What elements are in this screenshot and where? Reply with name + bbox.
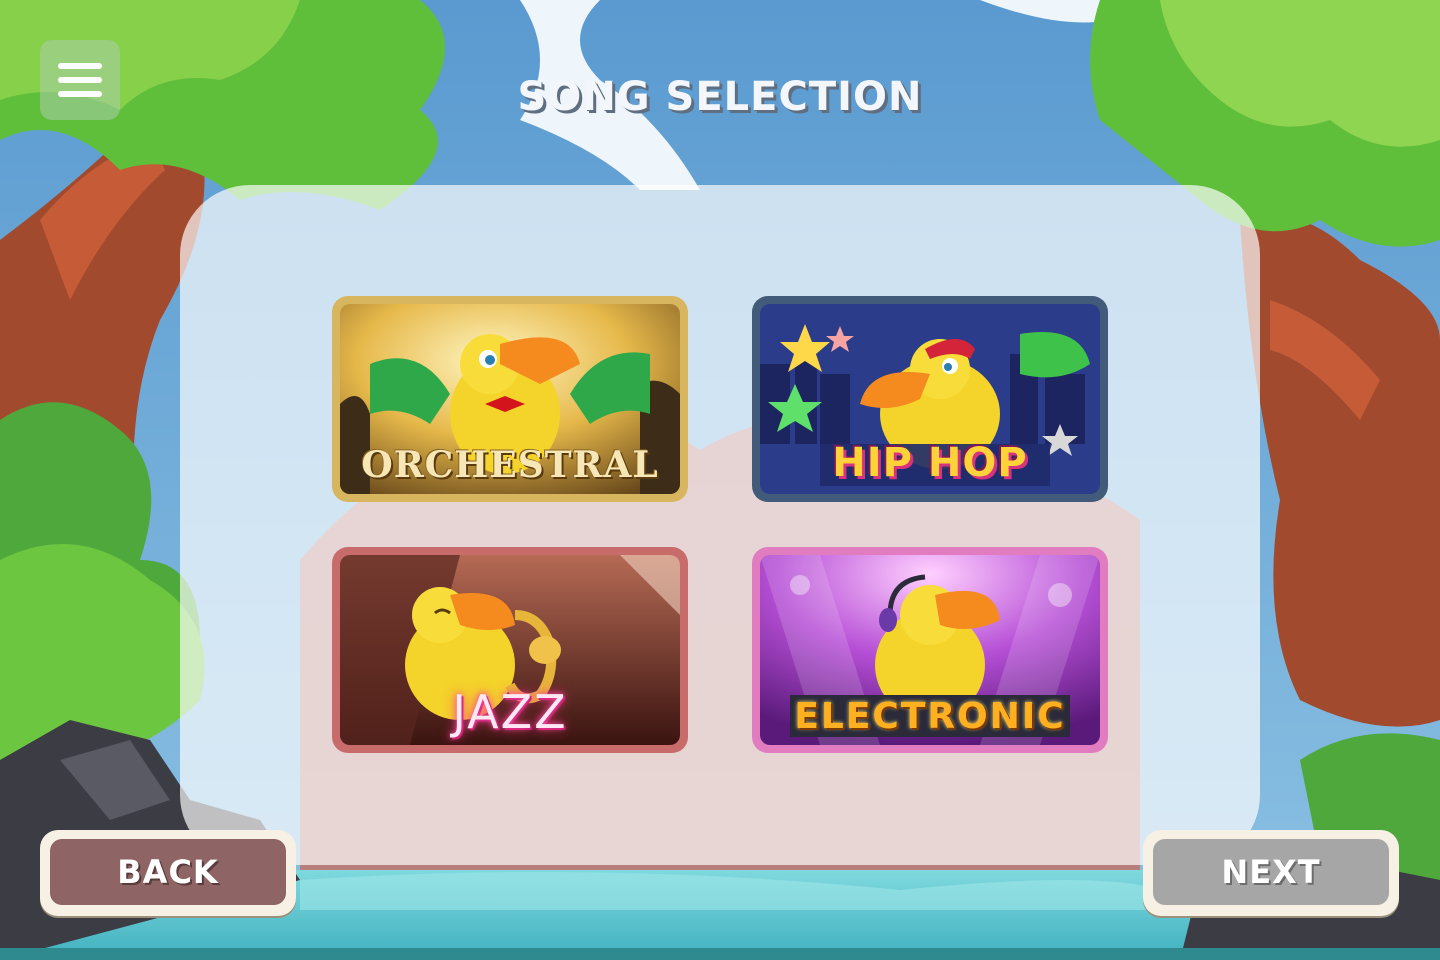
genre-card-electronic[interactable]: ELECTRONIC — [752, 547, 1108, 753]
genre-label-hiphop: HIP HOP — [832, 440, 1028, 486]
next-button-label: NEXT — [1153, 839, 1389, 905]
back-button[interactable]: BACK — [40, 830, 296, 916]
genre-label-orchestral: ORCHESTRAL — [361, 444, 659, 486]
selection-panel — [180, 185, 1260, 865]
genre-card-orchestral[interactable]: ORCHESTRAL — [332, 296, 688, 502]
genre-label-jazz: JAZZ — [452, 685, 568, 739]
hamburger-menu-icon — [58, 63, 102, 69]
genre-label-electronic: ELECTRONIC — [794, 696, 1066, 737]
genre-card-jazz[interactable]: JAZZ — [332, 547, 688, 753]
page-title: SONG SELECTION — [517, 74, 923, 120]
back-button-label: BACK — [50, 839, 286, 905]
genre-card-hiphop[interactable]: HIP HOP — [752, 296, 1108, 502]
next-button[interactable]: NEXT — [1143, 830, 1399, 916]
